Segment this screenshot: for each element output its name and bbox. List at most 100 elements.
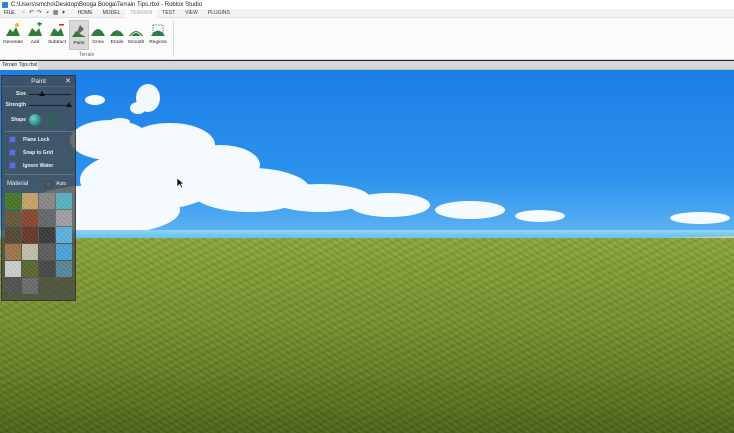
- generate-label: Generate: [3, 40, 24, 45]
- material-swatch-mud[interactable]: [5, 227, 21, 243]
- ribbon-tabs: HOME MODEL TERRAIN TEST VIEW PLUGINS: [73, 8, 235, 18]
- snap-to-grid-option[interactable]: Snap to Grid: [9, 148, 53, 157]
- divider: [5, 131, 74, 132]
- tab-home[interactable]: HOME: [73, 9, 98, 18]
- material-title: Material: [7, 181, 29, 187]
- size-label: Size: [15, 91, 26, 97]
- shape-row: Shape: [2, 113, 77, 127]
- material-swatch-limestone[interactable]: [22, 244, 38, 260]
- material-swatch-grass[interactable]: [5, 193, 21, 209]
- menu-bar: FILE ▫ ↶ ↷ ▪ ▦ ▾ HOME MODEL TERRAIN TEST…: [0, 8, 734, 18]
- chevron-down-icon[interactable]: ▾: [61, 10, 67, 16]
- terrain-group-label: Terrain: [79, 52, 95, 58]
- auto-material-label: Auto: [56, 181, 67, 187]
- add-terrain-icon: [28, 22, 42, 36]
- ignore-water-option[interactable]: Ignore Water: [9, 161, 53, 170]
- ribbon-group-divider: [173, 21, 174, 57]
- roblox-studio-icon: [2, 1, 8, 8]
- material-grid: [5, 193, 75, 294]
- smooth-terrain-icon: [129, 31, 143, 37]
- material-swatch-snow[interactable]: [5, 261, 21, 277]
- paint-button[interactable]: Paint: [69, 20, 89, 50]
- material-header: Material Auto: [7, 179, 73, 189]
- ignore-water-label: Ignore Water: [23, 162, 54, 169]
- plane-lock-checkbox[interactable]: [9, 136, 16, 143]
- tab-plugins[interactable]: PLUGINS: [203, 9, 235, 18]
- material-swatch-concrete[interactable]: [56, 210, 72, 226]
- erode-label: Erode: [110, 40, 124, 45]
- undo-icon[interactable]: ↶: [29, 10, 35, 16]
- material-swatch-sandstone[interactable]: [5, 244, 21, 260]
- add-label: Add: [30, 40, 40, 45]
- grow-terrain-icon: [91, 29, 105, 36]
- smooth-button[interactable]: Smooth: [126, 20, 146, 50]
- cube-shape-button[interactable]: [46, 114, 58, 126]
- mouse-cursor-icon: [176, 177, 185, 189]
- material-swatch-sand[interactable]: [22, 193, 38, 209]
- terrain-paint-panel: Paint ✕ Size Strength Shape Plane Lock S…: [1, 75, 76, 301]
- material-swatch-water[interactable]: [56, 261, 72, 277]
- tab-test[interactable]: TEST: [157, 9, 180, 18]
- snap-to-grid-label: Snap to Grid: [23, 149, 53, 156]
- generate-icon: [6, 23, 20, 36]
- material-swatch-ground[interactable]: [5, 210, 21, 226]
- file-menu[interactable]: FILE: [0, 10, 21, 16]
- smooth-label: Smooth: [127, 40, 145, 45]
- subtract-terrain-icon: [50, 24, 64, 36]
- tab-view[interactable]: VIEW: [180, 9, 203, 18]
- plane-lock-option[interactable]: Plane Lock: [9, 135, 49, 144]
- material-swatch-pavement[interactable]: [39, 244, 55, 260]
- ribbon: Generate Add Subtract Paint Grow Erode S…: [0, 18, 734, 60]
- strength-slider[interactable]: [29, 101, 72, 109]
- material-swatch-cobblestone[interactable]: [22, 278, 38, 294]
- material-swatch-brick[interactable]: [22, 210, 38, 226]
- regions-icon: [151, 24, 165, 36]
- material-swatch-slate[interactable]: [39, 210, 55, 226]
- save-icon[interactable]: ▪: [45, 10, 51, 16]
- plane-lock-label: Plane Lock: [23, 136, 50, 143]
- regions-button[interactable]: Regions: [148, 20, 168, 50]
- material-swatch-ice[interactable]: [56, 227, 72, 243]
- sky-clouds: [20, 84, 730, 235]
- erode-terrain-icon: [110, 28, 124, 36]
- erode-button[interactable]: Erode: [107, 20, 127, 50]
- regions-label: Regions: [149, 40, 167, 45]
- grass-terrain: [0, 238, 734, 433]
- strength-row: Strength: [2, 100, 77, 110]
- material-swatch-basalt[interactable]: [39, 227, 55, 243]
- material-swatch-empty[interactable]: [5, 278, 21, 294]
- material-swatch-asphalt[interactable]: [39, 261, 55, 277]
- material-swatch-glacier[interactable]: [56, 193, 72, 209]
- material-swatch-salt[interactable]: [56, 244, 72, 260]
- size-slider[interactable]: [29, 90, 71, 98]
- material-swatch-leafy-grass[interactable]: [22, 261, 38, 277]
- sphere-shape-button[interactable]: [29, 114, 41, 126]
- tab-model[interactable]: MODEL: [98, 9, 126, 18]
- new-file-icon[interactable]: ▫: [21, 10, 27, 16]
- size-slider-thumb[interactable]: [38, 91, 45, 96]
- publish-icon[interactable]: ▦: [53, 10, 59, 16]
- document-tab-terrain-tips[interactable]: Terrain Tips.rbxl: [0, 61, 38, 70]
- panel-title: Paint: [31, 77, 46, 85]
- document-tab-bar: Terrain Tips.rbxl: [0, 61, 734, 70]
- tab-terrain[interactable]: TERRAIN: [125, 8, 158, 18]
- shape-label: Shape: [10, 117, 26, 123]
- 3d-viewport[interactable]: [0, 70, 734, 433]
- grow-button[interactable]: Grow: [88, 20, 108, 50]
- auto-material-option[interactable]: Auto: [45, 180, 67, 188]
- strength-slider-thumb[interactable]: [65, 102, 72, 107]
- quick-access-toolbar: ▫ ↶ ↷ ▪ ▦ ▾: [21, 10, 67, 16]
- ignore-water-checkbox[interactable]: [9, 162, 16, 169]
- material-swatch-rock[interactable]: [39, 193, 55, 209]
- add-button[interactable]: Add: [25, 20, 45, 50]
- subtract-label: Subtract: [48, 40, 66, 45]
- generate-button[interactable]: Generate: [3, 20, 23, 50]
- snap-to-grid-checkbox[interactable]: [9, 149, 16, 156]
- material-swatch-cracked-lava[interactable]: [22, 227, 38, 243]
- redo-icon[interactable]: ↷: [37, 10, 43, 16]
- subtract-button[interactable]: Subtract: [47, 20, 67, 50]
- paint-terrain-icon: [72, 25, 86, 37]
- paint-label: Paint: [73, 41, 85, 46]
- auto-material-checkbox[interactable]: [45, 180, 52, 188]
- close-icon[interactable]: ✕: [65, 77, 71, 85]
